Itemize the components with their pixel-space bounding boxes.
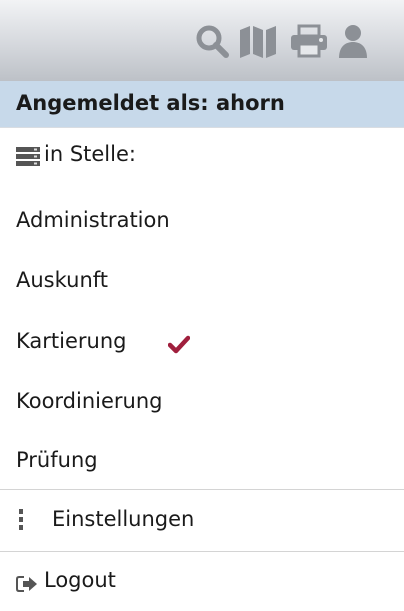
stelle-item-auskunft[interactable]: Auskunft	[0, 253, 404, 311]
vertical-ellipsis-icon	[18, 509, 24, 536]
stelle-item-kartierung[interactable]: Kartierung	[0, 314, 404, 372]
checkmark-icon	[167, 335, 191, 360]
logout-label: Logout	[44, 568, 116, 592]
menu-divider	[0, 489, 404, 490]
logged-in-header: Angemeldet als: ahorn	[0, 81, 404, 128]
top-toolbar	[0, 0, 404, 81]
settings-item[interactable]: Einstellungen	[0, 492, 404, 550]
stelle-item-koordinierung[interactable]: Koordinierung	[0, 374, 404, 432]
server-icon	[16, 147, 40, 172]
stelle-item-label: Koordinierung	[16, 389, 163, 413]
menu-divider	[0, 551, 404, 552]
user-icon[interactable]	[338, 24, 368, 58]
map-icon[interactable]	[240, 24, 276, 58]
stelle-item-label: Kartierung	[16, 329, 127, 353]
stelle-item-label: Prüfung	[16, 448, 98, 472]
print-icon[interactable]	[290, 24, 328, 58]
search-icon[interactable]	[194, 24, 234, 58]
logged-in-label: Angemeldet als: ahorn	[16, 91, 285, 115]
stelle-item-label: Auskunft	[16, 268, 109, 292]
settings-label: Einstellungen	[52, 507, 195, 531]
stelle-item-label: Administration	[16, 208, 170, 232]
stelle-item-administration[interactable]: Administration	[0, 193, 404, 251]
logout-item[interactable]: Logout	[0, 553, 404, 611]
stelle-heading: in Stelle:	[0, 127, 404, 185]
stelle-heading-label: in Stelle:	[44, 142, 136, 166]
logout-icon	[16, 574, 38, 598]
stelle-item-pruefung[interactable]: Prüfung	[0, 433, 404, 491]
